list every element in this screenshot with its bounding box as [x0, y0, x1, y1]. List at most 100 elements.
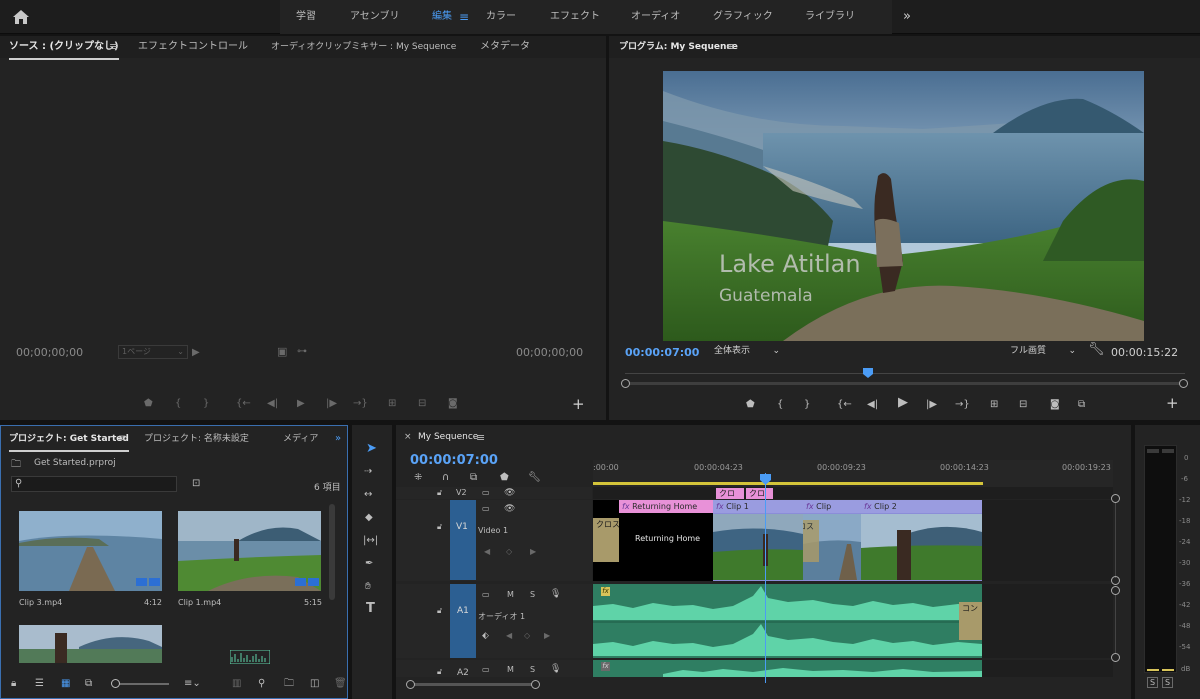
timeline-settings-icon[interactable]: 🔧︎ [528, 472, 541, 484]
source-current-timecode[interactable]: 00;00;00;00 [16, 346, 83, 359]
step-forward-icon[interactable]: |▶ [926, 399, 937, 411]
workspace-libraries[interactable]: ライブラリ [805, 0, 855, 34]
thumbnail-size-slider[interactable] [113, 683, 169, 685]
home-icon[interactable] [12, 9, 30, 25]
selection-tool-icon[interactable]: ➤ [366, 442, 377, 455]
source-page-select[interactable]: 1ページ ⌄ [118, 345, 188, 359]
a2-voiceover-icon[interactable]: 🎙︎ [550, 663, 561, 675]
panel-menu-icon[interactable]: ≡ [109, 36, 118, 58]
project-menu-icon[interactable]: ≡ [118, 428, 126, 450]
mark-in-icon[interactable]: { [175, 398, 181, 410]
lift-icon[interactable]: ⊞ [990, 399, 998, 411]
timeline-menu-icon[interactable]: ≡ [476, 431, 485, 444]
timeline-timecode[interactable]: 00:00:07:00 [410, 453, 498, 468]
more-tabs-icon[interactable]: » [335, 428, 341, 450]
v1-label[interactable]: V1 [456, 522, 468, 532]
program-playhead[interactable] [863, 368, 873, 378]
extract-icon[interactable]: ⊟ [1019, 399, 1027, 411]
automate-to-sequence-icon[interactable]: ▥ [232, 678, 241, 690]
slip-tool-icon[interactable]: |↔| [363, 535, 378, 547]
v-scroll-handle-mid[interactable] [1111, 576, 1120, 585]
export-frame-icon[interactable]: ◙ [1050, 399, 1060, 411]
freeform-view-icon[interactable]: ⧉ [85, 678, 92, 690]
timeline-zoom-bar[interactable] [410, 683, 536, 686]
clip-3-name[interactable]: Clip 3.mp4 [19, 598, 62, 607]
add-button-icon[interactable]: + [1166, 396, 1179, 411]
track-select-tool-icon[interactable]: ⇢ [364, 466, 372, 478]
go-to-in-icon[interactable]: {← [236, 398, 251, 410]
step-back-icon[interactable]: ◀| [267, 398, 278, 410]
zoom-fit-select[interactable]: 全体表示 ⌄ [711, 343, 783, 359]
a-scroll-handle-top[interactable] [1111, 586, 1120, 595]
go-to-in-icon[interactable]: {← [837, 399, 852, 411]
workspace-effects[interactable]: エフェクト [550, 0, 600, 34]
cross-dissolve-transition[interactable]: クロス [593, 518, 620, 562]
hand-tool-icon[interactable]: ✋︎ [365, 581, 371, 593]
v1-prev-keyframe-icon[interactable]: ◀ [484, 546, 490, 558]
write-protect-icon[interactable]: 🔒︎ [11, 678, 16, 690]
v1-eye-icon[interactable]: 👁︎ [504, 503, 515, 515]
comparison-view-icon[interactable]: ⧉ [1078, 399, 1085, 411]
tab-audio-clip-mixer[interactable]: オーディオクリップミキサー : My Sequence [271, 36, 456, 58]
more-workspaces-icon[interactable]: » [903, 0, 911, 34]
safe-margins-icon[interactable]: ▣ [277, 346, 287, 358]
workspace-editing[interactable]: 編集 [432, 0, 452, 34]
step-forward-icon[interactable]: |▶ [326, 398, 337, 410]
a1-voiceover-icon[interactable]: 🎙︎ [550, 588, 561, 600]
workspace-color[interactable]: カラー [486, 0, 516, 34]
mark-in-icon[interactable]: { [777, 399, 783, 411]
workspace-audio[interactable]: オーディオ [631, 0, 680, 34]
add-marker-icon[interactable]: ⬟ [746, 399, 755, 411]
timeline-playhead-line[interactable] [765, 473, 766, 683]
a1-sync-icon[interactable]: ▭ [482, 589, 490, 601]
v1-source-patch[interactable] [450, 500, 476, 580]
a1-lock-icon[interactable]: 🔓︎ [437, 605, 442, 617]
step-back-icon[interactable]: ◀| [867, 399, 878, 411]
audio-asset-thumbnail[interactable] [230, 650, 270, 664]
drag-video-icon[interactable]: ⊶ [297, 346, 307, 358]
v-scroll-track[interactable] [1115, 503, 1116, 578]
v2-eye-icon[interactable]: 👁︎ [504, 487, 515, 499]
clip-1-timeline-clip[interactable]: fx Clip 1 [713, 500, 803, 581]
audio-transition[interactable]: コン [959, 602, 982, 640]
a-scroll-track[interactable] [1115, 595, 1116, 653]
project-search-input[interactable] [11, 476, 177, 492]
a-scroll-handle-bottom[interactable] [1111, 653, 1120, 662]
returning-home-clip[interactable]: fx Returning Home クロス Returning Home [593, 500, 713, 581]
pen-tool-icon[interactable]: ✒︎ [365, 558, 373, 570]
cross-dissolve-transition-2[interactable]: クロス [803, 520, 819, 562]
workspace-graphics[interactable]: グラフィック [713, 0, 773, 34]
v2-sync-icon[interactable]: ▭ [482, 487, 490, 499]
go-to-out-icon[interactable]: →} [353, 398, 368, 410]
icon-view-icon[interactable]: ▦ [61, 678, 70, 690]
tab-project-untitled[interactable]: プロジェクト: 名称未設定 [144, 428, 249, 450]
new-bin-bottom-icon[interactable]: 🗀︎ [284, 678, 294, 690]
nest-icon[interactable]: ⁜ [414, 472, 422, 484]
a1-source-patch[interactable] [450, 584, 476, 658]
v2-transition-clip-2[interactable]: クロ [746, 488, 773, 499]
a1-pan-icon[interactable]: ⬖ [482, 630, 489, 642]
a1-next-keyframe-icon[interactable]: ▶ [544, 630, 550, 642]
a2-sync-icon[interactable]: ▭ [482, 664, 490, 676]
add-button-icon[interactable]: + [572, 397, 585, 412]
marker-icon[interactable]: ⬟ [144, 398, 153, 410]
workspace-learn[interactable]: 学習 [296, 0, 316, 34]
a2-solo-button[interactable]: S [530, 665, 535, 674]
program-zoom-bar[interactable] [625, 382, 1183, 385]
snap-icon[interactable]: ∩ [442, 472, 449, 484]
export-frame-icon[interactable]: ◙ [448, 398, 458, 410]
v1-sync-icon[interactable]: ▭ [482, 503, 490, 515]
close-sequence-icon[interactable]: × [404, 432, 412, 442]
a2-audio-clip[interactable]: fx [593, 660, 982, 677]
solo-left-button[interactable]: S [1147, 677, 1158, 688]
mark-out-icon[interactable]: } [203, 398, 209, 410]
add-marker-tl-icon[interactable]: ⬟ [500, 472, 509, 484]
a1-add-keyframe-icon[interactable]: ◇ [524, 630, 530, 642]
thumbnail-size-handle[interactable] [111, 679, 120, 688]
tab-media-browser[interactable]: メディア [283, 428, 318, 450]
tab-program[interactable]: プログラム: My Sequence [619, 36, 738, 58]
a1-solo-button[interactable]: S [530, 590, 535, 599]
tab-sequence[interactable]: My Sequence [418, 432, 478, 442]
work-area-bar[interactable] [593, 482, 983, 485]
clip-1-thumbnail[interactable] [178, 511, 321, 591]
